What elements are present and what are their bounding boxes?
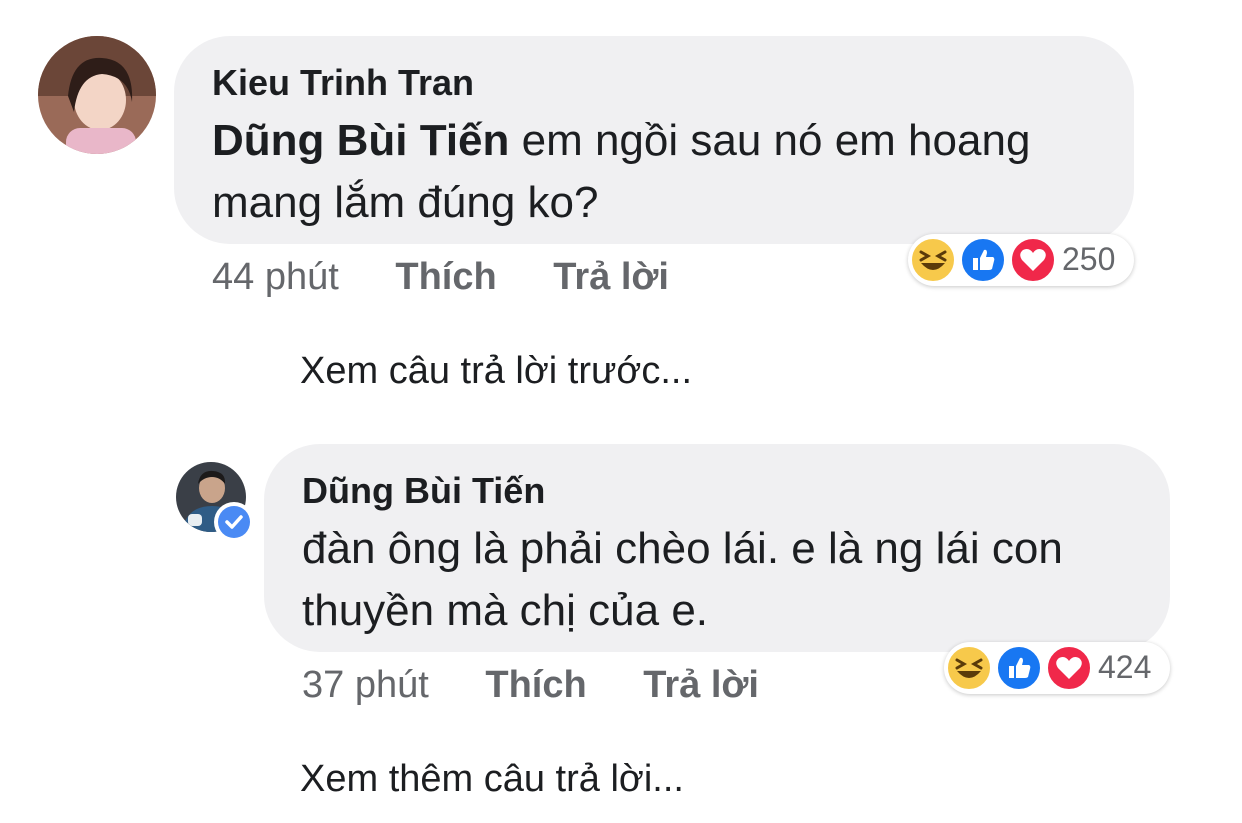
reaction-count: 250: [1062, 241, 1116, 277]
view-previous-replies-link[interactable]: Xem câu trả lời trước...: [300, 350, 692, 393]
reply-button[interactable]: Trả lời: [643, 664, 759, 706]
reaction-count: 424: [1098, 649, 1152, 685]
reply-timestamp[interactable]: 37 phút: [302, 664, 429, 706]
like-icon: [996, 645, 1042, 691]
mention-link[interactable]: Dũng Bùi Tiến: [212, 116, 509, 165]
love-icon: [1010, 237, 1056, 283]
reply-meta: 37 phút Thích Trả lời: [302, 664, 759, 707]
reply-button[interactable]: Trả lời: [553, 256, 669, 298]
comment-author[interactable]: Kieu Trinh Tran: [212, 62, 474, 104]
reaction-summary[interactable]: 250: [908, 234, 1134, 286]
comment-timestamp[interactable]: 44 phút: [212, 256, 339, 298]
comment-text: Dũng Bùi Tiến em ngồi sau nó em hoang ma…: [212, 116, 1031, 227]
haha-icon: [910, 237, 956, 283]
comment-meta: 44 phút Thích Trả lời: [212, 256, 669, 299]
haha-icon: [946, 645, 992, 691]
like-button[interactable]: Thích: [395, 256, 496, 298]
reply-author[interactable]: Dũng Bùi Tiến: [302, 470, 545, 512]
reply-text: đàn ông là phải chèo lái. e là ng lái co…: [302, 524, 1063, 635]
like-button[interactable]: Thích: [485, 664, 586, 706]
reaction-summary[interactable]: 424: [944, 642, 1170, 694]
like-icon: [960, 237, 1006, 283]
view-more-replies-link[interactable]: Xem thêm câu trả lời...: [300, 758, 684, 801]
avatar-kieu-trinh-tran[interactable]: [38, 36, 156, 154]
verified-badge-icon: [214, 502, 254, 542]
love-icon: [1046, 645, 1092, 691]
